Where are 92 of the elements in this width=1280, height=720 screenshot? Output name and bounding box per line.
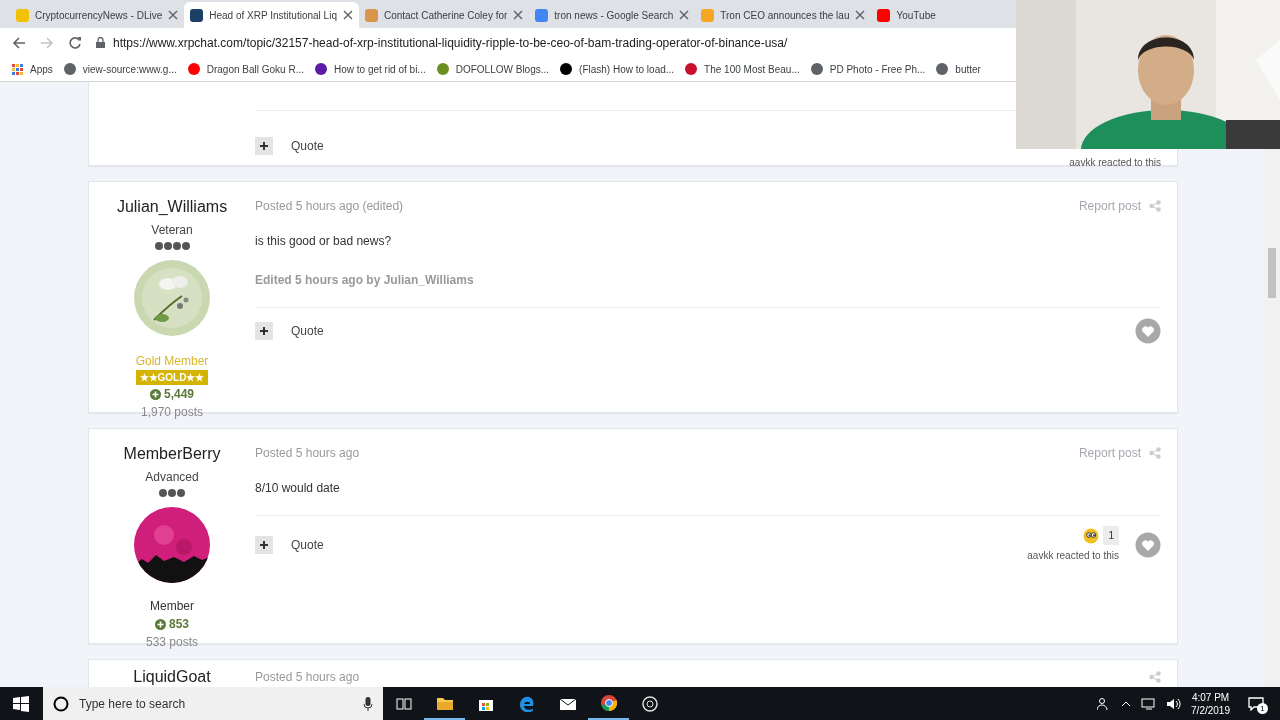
edge-browser-icon [518, 695, 535, 712]
post-date: Posted 5 hours ago [255, 445, 360, 462]
browser-tab[interactable]: CryptocurrencyNews - DLive [10, 2, 185, 28]
tab-favicon-icon [16, 8, 29, 22]
post-date: Posted 5 hours ago (edited) [255, 198, 404, 215]
close-icon[interactable] [679, 10, 690, 20]
bookmark[interactable]: Apps [12, 61, 53, 77]
plus-icon[interactable] [255, 322, 273, 340]
tab-title: tron news - Google Search [554, 8, 674, 23]
tab-favicon-icon [535, 8, 549, 22]
reload-icon[interactable] [68, 35, 82, 50]
search-bar[interactable]: Type here to search [43, 687, 383, 720]
bookmark[interactable]: The 100 Most Beau... [685, 61, 800, 77]
url-field[interactable]: https://www.xrpchat.com/topic/32157-head-of-xrp-institutional-liquidity-ripple-to-be-ceo-of-bam-trading-operator-of-binance-usa/ [113, 33, 788, 52]
browser-tab[interactable]: Tron CEO announces the lau [695, 2, 872, 28]
site-icon [810, 63, 823, 75]
browser-tab[interactable]: Contact Catherine Coley for [358, 2, 530, 28]
aperture-icon [641, 695, 658, 712]
bookmark[interactable]: PD Photo - Free Ph... [810, 61, 926, 77]
post-text: is this good or bad news? [255, 233, 393, 250]
tab-title: Contact Catherine Coley for [383, 8, 508, 23]
plus-icon[interactable] [255, 535, 273, 554]
chrome-icon [600, 694, 617, 711]
tab-title: Tron CEO announces the lau [720, 8, 850, 23]
plus-icon[interactable] [255, 136, 273, 155]
tab-favicon-icon [190, 8, 204, 22]
reputation-count: 5,449 [164, 386, 194, 403]
quote-button[interactable]: Quote [291, 535, 324, 554]
emoji-icon [1083, 527, 1100, 544]
reaction-count: 1 [1103, 526, 1119, 545]
microphone-icon[interactable] [363, 696, 373, 711]
author-name[interactable]: LiquidGoat [133, 665, 211, 687]
author-name[interactable]: MemberBerry [123, 442, 221, 466]
group-badge: ★★GOLD★★ [135, 370, 209, 385]
plus-circle-icon [155, 618, 166, 630]
bookmark[interactable]: (Flash) How to load... [560, 61, 675, 77]
scrollbar[interactable] [1264, 149, 1280, 687]
site-icon [187, 63, 200, 75]
post-count: 1,970 posts [140, 404, 203, 421]
rank-label: Advanced [145, 469, 199, 486]
tab-favicon-icon [877, 8, 891, 22]
browser-tab[interactable]: Head of XRP Institutional Liq [184, 2, 359, 28]
group-label: Member [150, 598, 194, 615]
site-icon [436, 63, 449, 75]
back-arrow-icon[interactable] [12, 35, 26, 50]
site-icon [63, 63, 76, 75]
reaction-note[interactable]: aavkk reacted to this [1069, 155, 1161, 170]
lock-icon [96, 37, 105, 48]
quote-button[interactable]: Quote [291, 322, 324, 340]
tab-favicon-icon [701, 8, 715, 22]
tab-favicon-icon [364, 8, 378, 22]
author-name[interactable]: Julian_Williams [116, 195, 228, 219]
site-icon [685, 63, 698, 75]
scroll-thumb[interactable] [1268, 248, 1276, 298]
notification-count: 1 [1257, 702, 1268, 714]
reputation-count: 853 [169, 616, 189, 633]
edit-note: Edited 5 hours ago by Julian_Williams [255, 272, 475, 289]
bookmark[interactable]: butter [936, 61, 981, 77]
search-icon [53, 695, 69, 712]
rank-label: Veteran [151, 222, 193, 239]
reaction-note[interactable]: aavkk reacted to this [1027, 548, 1119, 563]
clock[interactable]: 4:07 PM 7/2/2019 [1191, 690, 1230, 717]
chevron-up-icon[interactable] [1121, 700, 1132, 707]
group-label: Gold Member [135, 353, 209, 370]
bookmark[interactable]: view-source:www.g... [63, 61, 177, 77]
plus-circle-icon [150, 388, 161, 400]
close-icon[interactable] [855, 10, 866, 20]
post-count: 533 posts [145, 634, 198, 651]
tab-title: YouTube [896, 8, 936, 23]
tab-title: CryptocurrencyNews - DLive [35, 8, 163, 23]
message-icon [1248, 696, 1264, 711]
close-icon[interactable] [168, 10, 179, 20]
tab-title: Head of XRP Institutional Liq [209, 8, 337, 23]
quote-button[interactable]: Quote [291, 136, 324, 155]
browser-tab[interactable]: tron news - Google Search [529, 2, 696, 28]
bookmark[interactable]: DOFOLLOW Blogs... [436, 61, 550, 77]
volume-icon[interactable] [1167, 697, 1182, 710]
bookmark[interactable]: How to get rid of bi... [315, 61, 426, 77]
close-icon[interactable] [513, 10, 524, 20]
apps-grid-icon [12, 63, 23, 75]
windows-icon [12, 695, 29, 712]
site-icon [560, 63, 573, 75]
site-icon [936, 63, 949, 75]
site-icon [315, 63, 327, 75]
post-date: Posted 5 hours ago [255, 669, 360, 686]
post-text: 8/10 would date [255, 480, 341, 497]
notification-button[interactable]: 1 [1248, 696, 1264, 711]
bookmark[interactable]: Dragon Ball Goku R... [187, 61, 304, 77]
browser-tab[interactable]: YouTube [871, 2, 942, 28]
close-icon[interactable] [342, 10, 353, 20]
search-field[interactable]: Type here to search [77, 693, 355, 714]
task-view-icon [395, 695, 412, 712]
